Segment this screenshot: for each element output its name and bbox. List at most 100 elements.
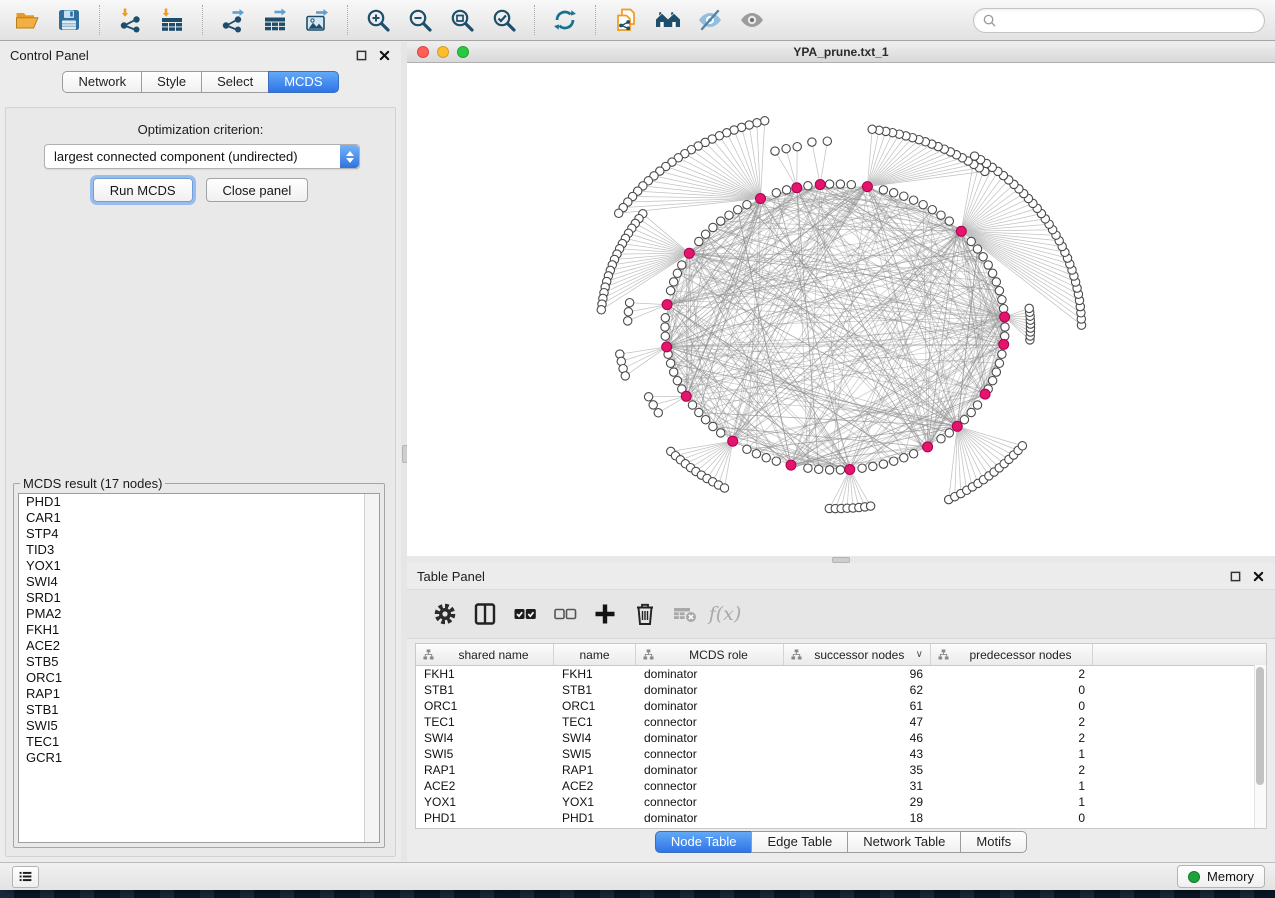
hide-selected-icon[interactable] [695, 5, 725, 35]
add-column-icon[interactable] [590, 599, 620, 629]
table-row[interactable]: RAP1RAP1dominator352 [416, 762, 1266, 778]
cell-predecessor-nodes[interactable]: 2 [931, 763, 1093, 777]
mcds-result-item[interactable]: SWI5 [19, 718, 379, 734]
cell-shared-name[interactable]: ACE2 [416, 779, 554, 793]
tab-network[interactable]: Network [62, 71, 142, 93]
import-table-icon[interactable] [157, 5, 187, 35]
mcds-result-item[interactable]: TID3 [19, 542, 379, 558]
cell-successor-nodes[interactable]: 29 [784, 795, 931, 809]
cell-predecessor-nodes[interactable]: 1 [931, 747, 1093, 761]
list-scrollbar[interactable] [364, 494, 379, 842]
window-maximize-icon[interactable] [457, 46, 469, 58]
mcds-result-item[interactable]: ACE2 [19, 638, 379, 654]
column-header-predecessor-nodes[interactable]: predecessor nodes [931, 644, 1093, 665]
tab-network-table[interactable]: Network Table [847, 831, 961, 853]
cell-successor-nodes[interactable]: 96 [784, 667, 931, 681]
cell-MCDS-role[interactable]: dominator [636, 667, 784, 681]
sort-indicator-icon[interactable]: ∨ [916, 649, 923, 660]
tab-node-table[interactable]: Node Table [655, 831, 753, 853]
cell-predecessor-nodes[interactable]: 0 [931, 811, 1093, 825]
search-input[interactable] [1002, 12, 1256, 29]
table-row[interactable]: ORC1ORC1dominator610 [416, 698, 1266, 714]
table-row[interactable]: PHD1PHD1dominator180 [416, 810, 1266, 826]
unselect-all-icon[interactable] [550, 599, 580, 629]
cell-shared-name[interactable]: STB1 [416, 683, 554, 697]
column-header-shared-name[interactable]: shared name [416, 644, 554, 665]
cell-name[interactable]: YOX1 [554, 795, 636, 809]
cell-predecessor-nodes[interactable]: 1 [931, 779, 1093, 793]
mcds-result-item[interactable]: TEC1 [19, 734, 379, 750]
mcds-result-item[interactable]: STP4 [19, 526, 379, 542]
window-close-icon[interactable] [417, 46, 429, 58]
cell-MCDS-role[interactable]: dominator [636, 811, 784, 825]
cell-predecessor-nodes[interactable]: 0 [931, 683, 1093, 697]
cell-shared-name[interactable]: ORC1 [416, 699, 554, 713]
cell-shared-name[interactable]: SWI5 [416, 747, 554, 761]
show-all-icon[interactable] [737, 5, 767, 35]
cell-name[interactable]: TEC1 [554, 715, 636, 729]
cell-shared-name[interactable]: RAP1 [416, 763, 554, 777]
open-file-icon[interactable] [12, 5, 42, 35]
export-network-icon[interactable] [218, 5, 248, 35]
network-view-titlebar[interactable]: YPA_prune.txt_1 [407, 42, 1275, 63]
column-header-successor-nodes[interactable]: successor nodes∨ [784, 644, 931, 665]
cell-name[interactable]: RAP1 [554, 763, 636, 777]
close-panel-icon[interactable] [377, 48, 391, 62]
mcds-result-list[interactable]: PHD1CAR1STP4TID3YOX1SWI4SRD1PMA2FKH1ACE2… [18, 493, 380, 843]
select-all-icon[interactable] [510, 599, 540, 629]
cell-predecessor-nodes[interactable]: 2 [931, 731, 1093, 745]
close-panel-button[interactable]: Close panel [206, 178, 309, 202]
cell-successor-nodes[interactable]: 47 [784, 715, 931, 729]
cell-shared-name[interactable]: PHD1 [416, 811, 554, 825]
table-row[interactable]: STB1STB1dominator620 [416, 682, 1266, 698]
search-box[interactable] [973, 8, 1265, 33]
cell-MCDS-role[interactable]: dominator [636, 731, 784, 745]
export-image-icon[interactable] [302, 5, 332, 35]
table-row[interactable]: SWI5SWI5connector431 [416, 746, 1266, 762]
criterion-dropdown[interactable]: largest connected component (undirected) [44, 144, 360, 169]
float-panel-icon[interactable] [354, 48, 368, 62]
cell-shared-name[interactable]: YOX1 [416, 795, 554, 809]
cell-name[interactable]: ACE2 [554, 779, 636, 793]
float-table-panel-icon[interactable] [1228, 569, 1242, 583]
mcds-result-item[interactable]: FKH1 [19, 622, 379, 638]
cell-name[interactable]: FKH1 [554, 667, 636, 681]
refresh-layout-icon[interactable] [550, 5, 580, 35]
delete-column-icon[interactable] [630, 599, 660, 629]
cell-name[interactable]: SWI5 [554, 747, 636, 761]
delete-table-icon[interactable] [670, 599, 700, 629]
table-row[interactable]: TEC1TEC1connector472 [416, 714, 1266, 730]
mcds-result-item[interactable]: YOX1 [19, 558, 379, 574]
mcds-result-item[interactable]: ORC1 [19, 670, 379, 686]
tab-style[interactable]: Style [141, 71, 202, 93]
table-scrollbar[interactable] [1254, 665, 1266, 829]
tab-motifs[interactable]: Motifs [960, 831, 1027, 853]
import-network-icon[interactable] [115, 5, 145, 35]
cell-MCDS-role[interactable]: dominator [636, 683, 784, 697]
cell-predecessor-nodes[interactable]: 1 [931, 795, 1093, 809]
cell-shared-name[interactable]: FKH1 [416, 667, 554, 681]
zoom-in-icon[interactable] [363, 5, 393, 35]
horizontal-splitter[interactable] [407, 556, 1275, 563]
memory-button[interactable]: Memory [1177, 865, 1265, 888]
cell-shared-name[interactable]: SWI4 [416, 731, 554, 745]
tab-select[interactable]: Select [201, 71, 269, 93]
mcds-result-item[interactable]: CAR1 [19, 510, 379, 526]
function-builder-icon[interactable]: f(x) [710, 599, 740, 629]
tab-mcds[interactable]: MCDS [268, 71, 338, 93]
cell-MCDS-role[interactable]: connector [636, 747, 784, 761]
cell-predecessor-nodes[interactable]: 0 [931, 699, 1093, 713]
cell-MCDS-role[interactable]: connector [636, 795, 784, 809]
table-row[interactable]: SWI4SWI4dominator462 [416, 730, 1266, 746]
cell-name[interactable]: ORC1 [554, 699, 636, 713]
network-graph[interactable] [407, 63, 1275, 556]
mcds-result-item[interactable]: PHD1 [19, 494, 379, 510]
export-table-icon[interactable] [260, 5, 290, 35]
table-row[interactable]: FKH1FKH1dominator962 [416, 666, 1266, 682]
cell-name[interactable]: SWI4 [554, 731, 636, 745]
mcds-result-item[interactable]: SRD1 [19, 590, 379, 606]
mcds-result-item[interactable]: GCR1 [19, 750, 379, 766]
cell-successor-nodes[interactable]: 62 [784, 683, 931, 697]
zoom-selected-icon[interactable] [489, 5, 519, 35]
mcds-result-item[interactable]: SWI4 [19, 574, 379, 590]
